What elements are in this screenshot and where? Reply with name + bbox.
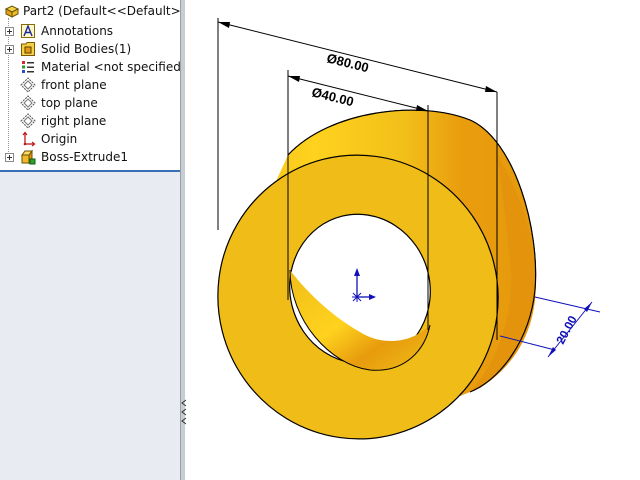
expand-toggle[interactable] (5, 153, 14, 162)
tree-root-part2[interactable]: Part2 (Default<<Default>_/ (0, 2, 180, 20)
tree-item-right-plane[interactable]: right plane (0, 112, 180, 130)
plane-icon (20, 77, 36, 93)
tree-item-front-plane[interactable]: front plane (0, 76, 180, 94)
tree-item-label: Boss-Extrude1 (41, 150, 128, 164)
part-icon (4, 5, 20, 18)
tree-item-label: Annotations (41, 24, 114, 38)
annotations-icon (21, 24, 35, 38)
tree-item-top-plane[interactable]: top plane (0, 94, 180, 112)
tree-item-solid-bodies[interactable]: Solid Bodies(1) (0, 40, 180, 58)
plane-icon (20, 113, 36, 129)
tree-item-label: front plane (41, 78, 107, 92)
extrude-feature-icon (21, 149, 36, 165)
solid-bodies-icon (21, 42, 35, 56)
feature-tree: Part2 (Default<<Default>_/ Annotations S… (0, 0, 180, 172)
expand-toggle[interactable] (5, 45, 14, 54)
dimension-outer-label: Ø80.00 (325, 50, 370, 75)
tree-item-origin[interactable]: Origin (0, 130, 180, 148)
tree-item-annotations[interactable]: Annotations (0, 22, 180, 40)
tree-item-label: top plane (41, 96, 98, 110)
tree-item-label: Material <not specified> (41, 60, 180, 74)
tree-root-label: Part2 (Default<<Default>_/ (23, 4, 180, 18)
material-icon (22, 61, 34, 73)
dimension-thickness-label: 20.00 (553, 313, 580, 346)
tree-item-label: Solid Bodies(1) (41, 42, 132, 56)
dimension-inner-label: Ø40.00 (310, 84, 355, 109)
feature-manager-panel: Part2 (Default<<Default>_/ Annotations S… (0, 0, 180, 480)
tree-item-boss-extrude1[interactable]: Boss-Extrude1 (0, 148, 180, 166)
graphics-viewport[interactable]: Ø80.00 Ø40.00 20.00 (185, 0, 640, 480)
tree-item-label: Origin (41, 132, 78, 146)
expand-toggle[interactable] (5, 27, 14, 36)
tree-item-label: right plane (41, 114, 107, 128)
tree-item-material[interactable]: Material <not specified> (0, 58, 180, 76)
plane-icon (20, 95, 36, 111)
origin-icon (22, 131, 36, 147)
